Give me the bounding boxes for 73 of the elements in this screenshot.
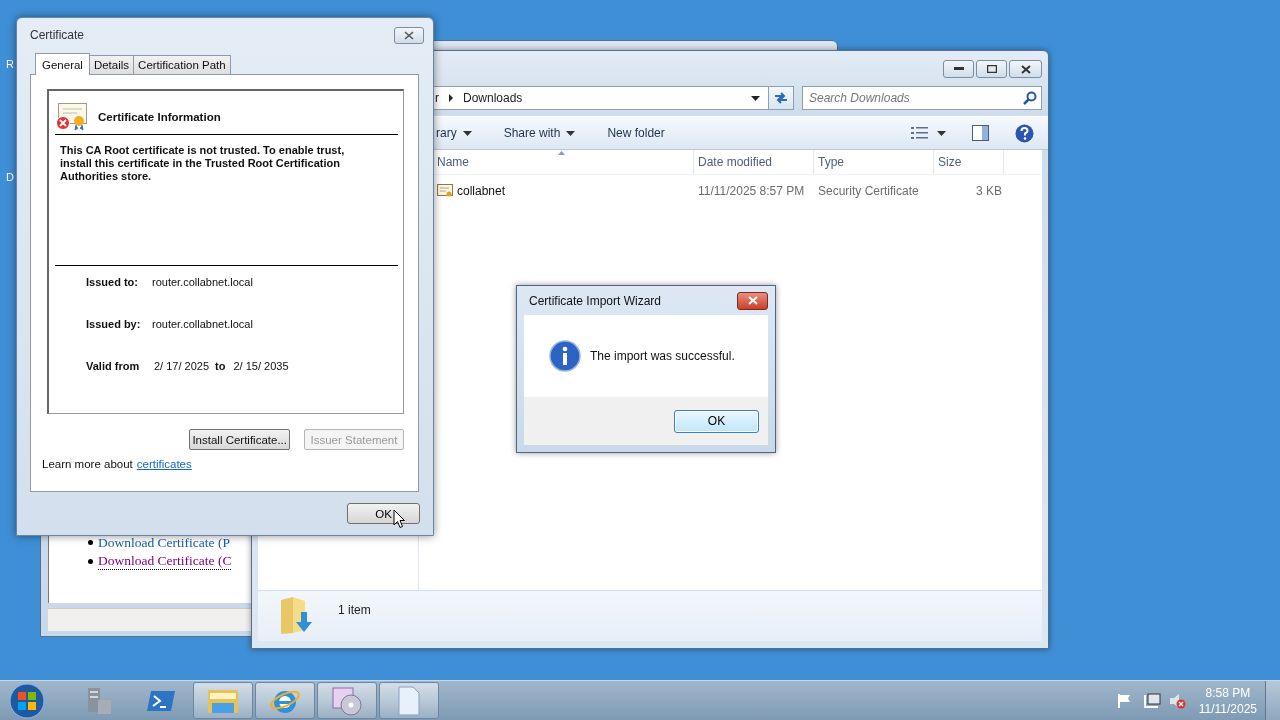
- show-desktop-button[interactable]: [1265, 680, 1280, 720]
- warning-text: This CA Root certificate is not trusted. To enable trust, install this certificate in the Trusted Root Certification Authorities store.: [60, 144, 345, 182]
- refresh-icon: [773, 91, 789, 105]
- cursor-icon: [393, 509, 405, 529]
- view-icon[interactable]: [911, 126, 929, 140]
- table-cell-text: 11/11/2025 8:57 PM: [697, 184, 806, 198]
- toolbar-button[interactable]: Share with: [503, 126, 576, 140]
- certificate-file-icon: [437, 184, 453, 198]
- search-field[interactable]: Search Downloads: [802, 86, 1042, 110]
- maximize-button[interactable]: [976, 60, 1007, 78]
- window-title: Certificate: [30, 28, 85, 42]
- toolbar-button[interactable]: New folder: [607, 126, 665, 140]
- field-label: Valid from: [86, 360, 141, 372]
- window-title: Certificate Import Wizard: [529, 293, 662, 308]
- column-header[interactable]: Type: [814, 150, 934, 174]
- caret-icon: [462, 131, 472, 136]
- field-value: 2/ 15/ 2035: [233, 360, 289, 372]
- start-button[interactable]: [9, 682, 45, 719]
- minimize-icon: [953, 67, 964, 71]
- certificate-error-icon: [55, 103, 87, 131]
- message-text: The import was successful.: [590, 349, 735, 363]
- close-button[interactable]: [737, 291, 768, 310]
- bullet-icon: [88, 540, 93, 545]
- muted-speaker-icon[interactable]: [1168, 692, 1187, 709]
- column-header[interactable]: Date modified: [694, 150, 814, 174]
- close-icon: [404, 30, 414, 40]
- bullet-icon: [88, 559, 93, 564]
- ok-button[interactable]: OK: [347, 503, 420, 524]
- download-link[interactable]: Download Certificate (C: [98, 553, 232, 570]
- field-label: to: [215, 360, 226, 372]
- dropdown-icon[interactable]: [937, 130, 946, 136]
- field-value: 2/ 17/ 2025: [154, 360, 210, 372]
- help-icon[interactable]: [1015, 123, 1034, 143]
- tab[interactable]: Details: [88, 55, 135, 74]
- caret-icon: [566, 131, 576, 136]
- dropdown-icon[interactable]: [751, 95, 760, 101]
- maximize-icon: [986, 65, 997, 73]
- ok-button[interactable]: OK: [674, 409, 759, 433]
- chevron-icon: [448, 94, 454, 102]
- table-cell-text: Security Certificate: [817, 184, 920, 198]
- column-header[interactable]: Size: [934, 150, 1004, 174]
- install-button[interactable]: Install Certificate...: [189, 429, 290, 450]
- desktop-icon-label: D: [6, 171, 14, 183]
- refresh-button[interactable]: [768, 86, 794, 110]
- file-name[interactable]: collabnet: [457, 184, 506, 198]
- network-icon[interactable]: [1142, 692, 1161, 709]
- info-icon: [549, 340, 581, 372]
- minimize-button[interactable]: [943, 60, 974, 78]
- section-heading: Certificate Information: [98, 111, 221, 123]
- download-link[interactable]: Download Certificate (P: [98, 534, 230, 551]
- desktop-icon-label: R: [6, 58, 14, 70]
- close-icon: [1020, 64, 1031, 74]
- field-value: router.collabnet.local: [152, 276, 253, 288]
- table-cell-text: 3 KB: [975, 184, 1003, 198]
- field-label: Issued by:: [86, 318, 142, 330]
- field-value: router.collabnet.local: [152, 318, 253, 330]
- tab[interactable]: Certification Path: [133, 55, 231, 74]
- folder-icon: [279, 596, 315, 636]
- toolbar-button[interactable]: rary: [436, 126, 472, 140]
- field-label: Issued to:: [86, 276, 139, 288]
- certificates-link[interactable]: certificates: [136, 458, 192, 470]
- preview-pane-icon[interactable]: [972, 125, 989, 141]
- disc-icon[interactable]: [331, 685, 363, 716]
- item-count: 1 item: [338, 603, 371, 617]
- search-icon: [1023, 91, 1037, 105]
- close-button[interactable]: [394, 26, 424, 44]
- flag-icon[interactable]: [1116, 692, 1133, 709]
- close-icon: [747, 296, 758, 305]
- close-button[interactable]: [1009, 60, 1042, 78]
- help-text: Learn more about: [42, 458, 133, 470]
- tab[interactable]: General: [35, 53, 90, 75]
- breadcrumb-item[interactable]: r: [435, 91, 439, 105]
- breadcrumb-item[interactable]: Downloads: [463, 91, 523, 105]
